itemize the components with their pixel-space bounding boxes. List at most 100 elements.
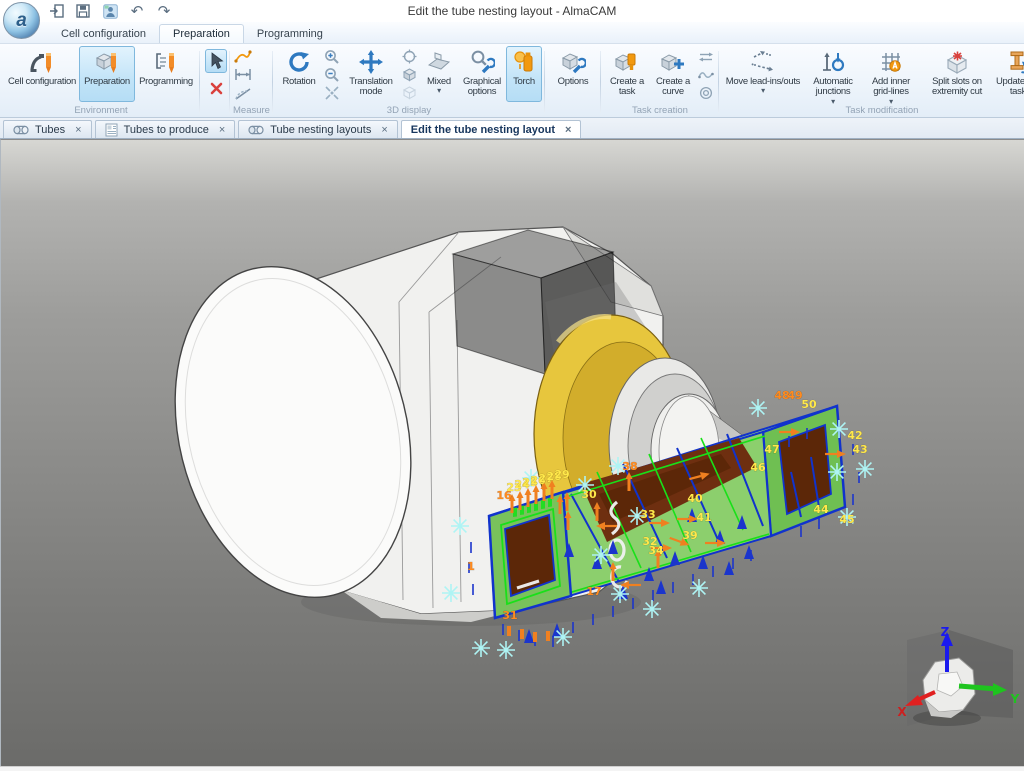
doc-tab-tubes-to-produce[interactable]: Tubes to produce × <box>95 120 236 138</box>
task-number-label[interactable]: 30 <box>581 488 597 501</box>
task-number-label[interactable]: 42 <box>847 429 862 442</box>
lead-in-star-marker[interactable] <box>830 420 848 438</box>
lead-in-star-marker[interactable] <box>442 584 460 602</box>
ribbon-group-measure: Measure <box>230 46 273 117</box>
task-number-label[interactable]: 17 <box>586 585 601 598</box>
magnifier-wrench-icon <box>469 49 495 75</box>
group-label-environment: Environment <box>5 104 197 117</box>
measure-curve-icon <box>234 49 252 64</box>
lead-in-star-marker[interactable] <box>611 585 629 603</box>
cube-3d-icon <box>402 85 417 100</box>
task-number-label[interactable]: 40 <box>687 492 703 505</box>
lead-in-star-marker[interactable] <box>749 399 767 417</box>
cube-plus-icon <box>660 49 686 75</box>
rotation-button[interactable]: Rotation <box>276 46 322 102</box>
close-tab-icon[interactable]: × <box>75 124 81 136</box>
task-number-label[interactable]: 41 <box>696 511 711 524</box>
preparation-button[interactable]: Preparation <box>79 46 135 102</box>
task-number-label[interactable]: 47 <box>764 443 779 456</box>
task-number-label[interactable]: 43 <box>852 443 867 456</box>
gizmo-y-axis[interactable] <box>959 686 997 689</box>
torch-button[interactable]: Torch <box>506 46 542 102</box>
task-number-label[interactable]: 38 <box>622 460 637 473</box>
junctions-icon <box>820 49 846 75</box>
task-number-label[interactable]: 46 <box>750 461 766 474</box>
create-task-button[interactable]: Create a task <box>604 46 650 102</box>
task-number-label[interactable]: 33 <box>640 508 655 521</box>
lead-in-star-marker[interactable] <box>472 639 490 657</box>
view-cube-button[interactable] <box>401 66 419 83</box>
crosshair-circle-icon <box>402 49 417 64</box>
lead-in-star-marker[interactable] <box>592 546 610 564</box>
programming-button[interactable]: Programming <box>135 46 197 102</box>
doc-tab-tube-nesting-layouts[interactable]: Tube nesting layouts × <box>238 120 398 138</box>
orientation-gizmo[interactable]: X Y Z <box>897 625 1019 726</box>
lead-in-star-marker[interactable] <box>497 641 515 659</box>
graphical-options-button[interactable]: Graphical options <box>458 46 506 102</box>
select-pointer-button[interactable] <box>205 49 227 73</box>
task-number-label[interactable]: 29 <box>554 468 569 481</box>
cube-small-icon <box>402 67 417 82</box>
close-tab-icon[interactable]: × <box>381 124 387 136</box>
lead-in-star-marker[interactable] <box>690 579 708 597</box>
reverse-direction-button[interactable] <box>697 48 715 65</box>
lead-in-star-marker[interactable] <box>828 463 846 481</box>
move-leadins-button[interactable]: Move lead-ins/outs ▾ <box>722 46 804 102</box>
measure-distance-button[interactable] <box>234 66 252 83</box>
zoom-fit-icon <box>324 85 340 101</box>
task-number-label[interactable]: 44 <box>813 503 829 516</box>
curve-wave-button[interactable] <box>697 66 715 83</box>
junction-cone-marker[interactable] <box>524 629 534 643</box>
ribbon-group-task-creation: Create a task Create a curve Tas <box>601 46 719 117</box>
concentric-circles-button[interactable] <box>697 84 715 101</box>
task-number-label[interactable]: 34 <box>648 544 664 557</box>
concentric-circles-icon <box>699 86 713 100</box>
rotation-icon <box>286 49 312 75</box>
doc-tab-edit-tube-nesting-layout[interactable]: Edit the tube nesting layout × <box>401 120 582 138</box>
scene-svg[interactable]: 1162324252627282930311738333234394041464… <box>1 140 1024 767</box>
close-tab-icon[interactable]: × <box>565 124 571 136</box>
title-bar: a ↶ ↷ Edit the tube nesting layout - Alm… <box>0 0 1024 22</box>
cell-configuration-button[interactable]: Cell configuration <box>5 46 79 102</box>
ribbon-group-options: Options <box>545 46 601 117</box>
almacam-logo[interactable]: a <box>3 2 40 39</box>
gizmo-y-label: Y <box>1010 692 1020 706</box>
ribbon-tab-cell-configuration[interactable]: Cell configuration <box>48 25 159 43</box>
view-circle-button[interactable] <box>401 48 419 65</box>
split-slots-button[interactable]: Split slots on extremity cut <box>920 46 994 102</box>
delete-selection-button[interactable] <box>205 76 227 100</box>
update-bar-task-button[interactable]: Update bar task <box>994 46 1024 102</box>
add-inner-gridlines-button[interactable]: Add inner grid-lines ▾ <box>862 46 920 102</box>
create-curve-button[interactable]: Create a curve <box>650 46 696 102</box>
lead-in-star-marker[interactable] <box>451 517 469 535</box>
task-number-label[interactable]: 50 <box>801 398 817 411</box>
ribbon-tab-preparation[interactable]: Preparation <box>159 24 244 43</box>
swap-arrows-icon <box>698 51 714 63</box>
task-number-label[interactable]: 39 <box>682 529 697 542</box>
close-tab-icon[interactable]: × <box>219 124 225 136</box>
translation-mode-button[interactable]: Translation mode <box>342 46 400 102</box>
gizmo-z-label: Z <box>941 625 950 639</box>
view-3d-disabled-button[interactable] <box>401 84 419 101</box>
machine-head[interactable] <box>142 227 771 626</box>
lead-in-star-marker[interactable] <box>856 460 874 478</box>
automatic-junctions-button[interactable]: Automatic junctions ▾ <box>804 46 862 102</box>
mixed-dropdown-button[interactable]: Mixed ▾ <box>420 46 458 102</box>
options-button[interactable]: Options <box>548 46 598 102</box>
doc-tab-tubes[interactable]: Tubes × <box>3 120 92 138</box>
task-number-label[interactable]: 31 <box>502 609 517 622</box>
task-number-label[interactable]: 1 <box>467 560 475 573</box>
lead-in-star-marker[interactable] <box>554 628 572 646</box>
junction-cone-marker[interactable] <box>656 580 666 594</box>
ribbon-group-3d-display: Rotation Translation mode <box>273 46 545 117</box>
zoom-in-button[interactable] <box>323 48 341 65</box>
junction-cone-marker[interactable] <box>744 545 754 559</box>
measure-curve-button[interactable] <box>234 48 252 65</box>
zoom-fit-button[interactable] <box>323 84 341 101</box>
task-number-label[interactable]: 45 <box>839 513 854 526</box>
ribbon-tab-programming[interactable]: Programming <box>244 25 336 43</box>
zoom-out-button[interactable] <box>323 66 341 83</box>
lead-in-star-marker[interactable] <box>643 600 661 618</box>
measure-angle-button[interactable] <box>234 84 252 101</box>
3d-viewport[interactable]: 1162324252627282930311738333234394041464… <box>0 139 1024 766</box>
